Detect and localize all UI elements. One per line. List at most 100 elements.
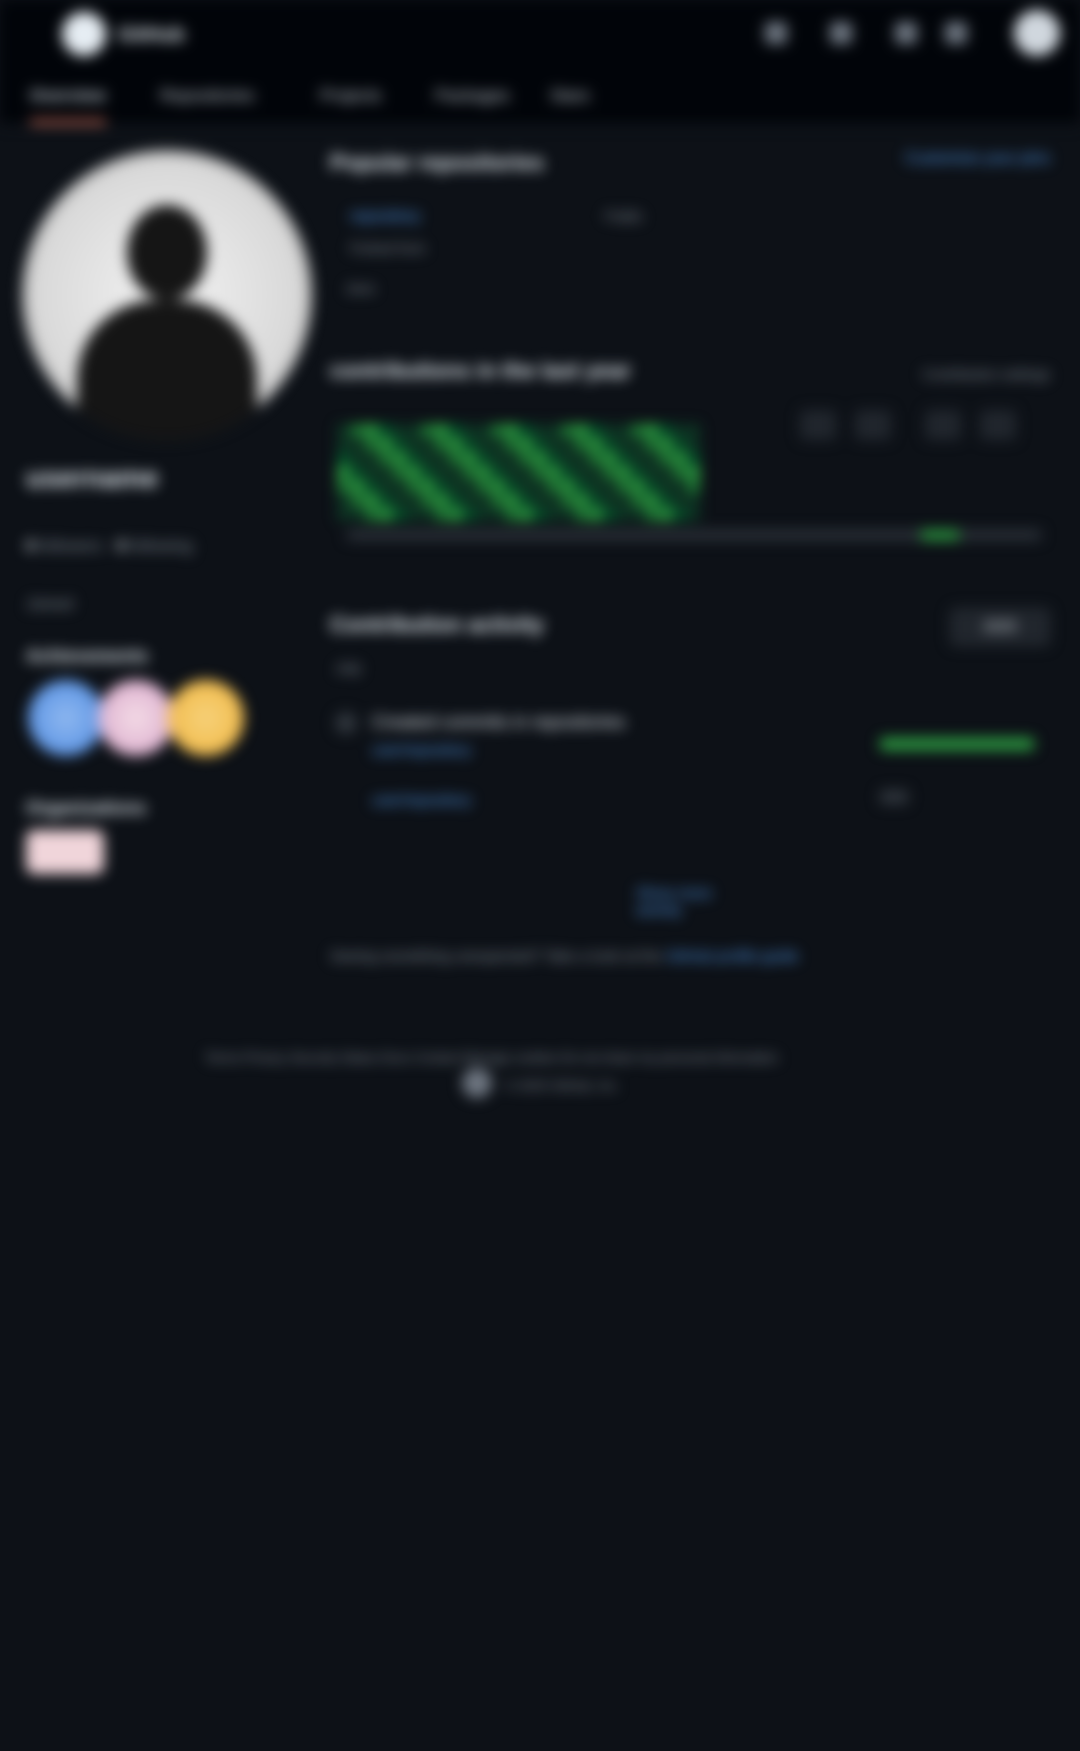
contribution-cell[interactable] <box>604 453 615 464</box>
contribution-cell[interactable] <box>338 425 349 436</box>
contribution-cell[interactable] <box>562 467 573 478</box>
contribution-cell[interactable] <box>450 509 461 520</box>
tab-projects[interactable]: Projects <box>320 86 381 106</box>
contribution-cell[interactable] <box>590 509 601 520</box>
contribution-cell[interactable] <box>604 509 615 520</box>
contribution-cell[interactable] <box>450 453 461 464</box>
contribution-cell[interactable] <box>632 425 643 436</box>
contribution-cell[interactable] <box>478 467 489 478</box>
contribution-cell[interactable] <box>632 509 643 520</box>
contribution-cell[interactable] <box>380 425 391 436</box>
contribution-cell[interactable] <box>632 467 643 478</box>
contribution-cell[interactable] <box>646 439 657 450</box>
contribution-cell[interactable] <box>478 481 489 492</box>
contribution-cell[interactable] <box>366 453 377 464</box>
contribution-cell[interactable] <box>604 439 615 450</box>
customize-pins-link[interactable]: Customize your pins <box>905 150 1050 168</box>
contribution-cell[interactable] <box>352 453 363 464</box>
contribution-cell[interactable] <box>464 467 475 478</box>
tab-stars[interactable]: Stars <box>550 86 590 106</box>
contribution-cell[interactable] <box>618 453 629 464</box>
contribution-cell[interactable] <box>534 509 545 520</box>
contribution-cell[interactable] <box>464 453 475 464</box>
contribution-cell[interactable] <box>478 453 489 464</box>
contribution-cell[interactable] <box>422 467 433 478</box>
contribution-cell[interactable] <box>352 467 363 478</box>
contribution-cell[interactable] <box>646 425 657 436</box>
contribution-cell[interactable] <box>506 467 517 478</box>
contribution-cell[interactable] <box>590 425 601 436</box>
contribution-cell[interactable] <box>576 467 587 478</box>
year-selector-2024[interactable] <box>855 410 891 440</box>
followers-line[interactable]: 0 followers · 0 following <box>26 538 192 556</box>
contribution-cell[interactable] <box>646 453 657 464</box>
contribution-cell[interactable] <box>338 509 349 520</box>
brand-name[interactable]: GitHub <box>118 24 185 47</box>
contribution-cell[interactable] <box>548 425 559 436</box>
contribution-cell[interactable] <box>674 425 685 436</box>
contribution-cell[interactable] <box>534 481 545 492</box>
contribution-cell[interactable] <box>688 425 699 436</box>
contribution-cell[interactable] <box>380 481 391 492</box>
contribution-cell[interactable] <box>478 509 489 520</box>
contribution-cell[interactable] <box>436 467 447 478</box>
activity-repo-link[interactable]: user/repository <box>372 742 471 759</box>
contribution-cell[interactable] <box>548 453 559 464</box>
contribution-cell[interactable] <box>618 509 629 520</box>
contribution-cell[interactable] <box>632 453 643 464</box>
contribution-cell[interactable] <box>450 481 461 492</box>
contribution-cell[interactable] <box>352 509 363 520</box>
contribution-cell[interactable] <box>562 439 573 450</box>
year-button[interactable]: 2025 <box>950 608 1050 646</box>
achievement-badge[interactable] <box>98 680 174 756</box>
contribution-cell[interactable] <box>590 495 601 506</box>
contribution-cell[interactable] <box>450 439 461 450</box>
contribution-cell[interactable] <box>618 495 629 506</box>
contribution-cell[interactable] <box>408 467 419 478</box>
contribution-cell[interactable] <box>492 481 503 492</box>
contribution-cell[interactable] <box>562 453 573 464</box>
contribution-cell[interactable] <box>576 425 587 436</box>
contribution-cell[interactable] <box>660 495 671 506</box>
contribution-cell[interactable] <box>422 481 433 492</box>
contribution-cell[interactable] <box>688 481 699 492</box>
contribution-cell[interactable] <box>534 467 545 478</box>
contribution-cell[interactable] <box>618 481 629 492</box>
contribution-cell[interactable] <box>478 495 489 506</box>
contribution-cell[interactable] <box>506 495 517 506</box>
contribution-cell[interactable] <box>576 439 587 450</box>
contribution-cell[interactable] <box>492 439 503 450</box>
contribution-cell[interactable] <box>590 453 601 464</box>
contribution-cell[interactable] <box>520 495 531 506</box>
contribution-cell[interactable] <box>548 467 559 478</box>
show-more-activity-button[interactable]: Show more activity <box>636 885 746 919</box>
contribution-cell[interactable] <box>660 509 671 520</box>
contribution-cell[interactable] <box>562 509 573 520</box>
contribution-cell[interactable] <box>576 481 587 492</box>
contribution-cell[interactable] <box>394 425 405 436</box>
contribution-cell[interactable] <box>520 481 531 492</box>
contribution-cell[interactable] <box>464 495 475 506</box>
contribution-cell[interactable] <box>506 439 517 450</box>
contribution-cell[interactable] <box>422 509 433 520</box>
contribution-cell[interactable] <box>688 495 699 506</box>
contribution-cell[interactable] <box>380 453 391 464</box>
contribution-cell[interactable] <box>534 453 545 464</box>
contribution-cell[interactable] <box>436 509 447 520</box>
tab-packages[interactable]: Packages <box>435 86 510 106</box>
contribution-cell[interactable] <box>520 425 531 436</box>
contribution-cell[interactable] <box>422 453 433 464</box>
github-logo-icon[interactable] <box>62 12 106 56</box>
contribution-cell[interactable] <box>352 495 363 506</box>
contribution-cell[interactable] <box>534 425 545 436</box>
contribution-cell[interactable] <box>632 481 643 492</box>
organization-avatar[interactable] <box>26 830 104 874</box>
contribution-cell[interactable] <box>352 481 363 492</box>
contribution-cell[interactable] <box>338 453 349 464</box>
contribution-cell[interactable] <box>576 509 587 520</box>
contribution-cell[interactable] <box>506 509 517 520</box>
contribution-cell[interactable] <box>646 509 657 520</box>
contribution-cell[interactable] <box>366 439 377 450</box>
contribution-cell[interactable] <box>408 453 419 464</box>
contribution-cell[interactable] <box>590 439 601 450</box>
